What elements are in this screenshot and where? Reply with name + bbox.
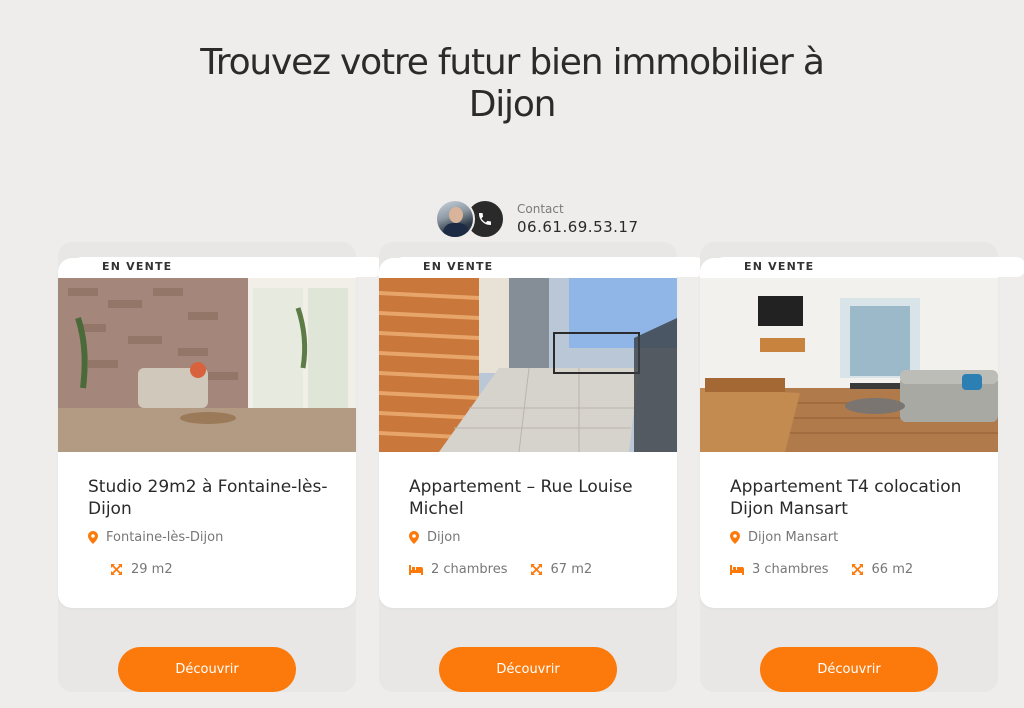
listing-location-text-2: Dijon	[427, 530, 461, 545]
listing-badge-3: EN VENTE	[714, 257, 1024, 277]
listing-photo-1[interactable]	[58, 278, 356, 452]
listing-bedrooms-3: 3 chambres	[730, 562, 829, 577]
listing-area-text-2: 67 m2	[550, 562, 593, 577]
listing-card-1[interactable]: Studio 29m2 à Fontaine-lès-Dijon Fontain…	[58, 258, 356, 608]
listing-area-text-1: 29 m2	[131, 562, 173, 577]
listing-area-1: 29 m2	[110, 562, 173, 577]
listing-photo-3[interactable]	[700, 278, 998, 452]
listing-title-1[interactable]: Studio 29m2 à Fontaine-lès-Dijon	[88, 476, 338, 520]
listing-location-text-3: Dijon Mansart	[748, 530, 839, 545]
location-pin-icon	[409, 531, 419, 544]
discover-button-3[interactable]: Découvrir	[760, 647, 938, 692]
listing-bedrooms-text-2: 2 chambres	[431, 562, 508, 577]
contact-block[interactable]: Contact 06.61.69.53.17	[435, 198, 639, 240]
page-title-line-2: Dijon	[468, 84, 557, 125]
listing-area-3: 66 m2	[851, 562, 914, 577]
bed-icon	[409, 564, 423, 575]
bed-icon	[730, 564, 744, 575]
contact-phone[interactable]: 06.61.69.53.17	[517, 217, 639, 237]
discover-button-2[interactable]: Découvrir	[439, 647, 617, 692]
listing-features-3: 3 chambres 66 m2	[730, 562, 935, 577]
listing-area-2: 67 m2	[530, 562, 593, 577]
listing-card-2[interactable]: Appartement – Rue Louise Michel Dijon 2 …	[379, 258, 677, 608]
listing-title-3[interactable]: Appartement T4 colocation Dijon Mansart	[730, 476, 980, 520]
listing-photo-2[interactable]	[379, 278, 677, 452]
area-measure-icon	[111, 564, 122, 575]
listing-features-2: 2 chambres 67 m2	[409, 562, 614, 577]
listing-card-3[interactable]: Appartement T4 colocation Dijon Mansart …	[700, 258, 998, 608]
listing-location-2: Dijon	[409, 530, 460, 545]
location-pin-icon	[730, 531, 740, 544]
contact-label: Contact	[517, 202, 564, 216]
listing-location-3: Dijon Mansart	[730, 530, 838, 545]
listing-badge-1: EN VENTE	[72, 257, 384, 277]
listing-area-text-3: 66 m2	[871, 562, 914, 577]
listing-location-1: Fontaine-lès-Dijon	[88, 530, 223, 545]
location-pin-icon	[88, 531, 98, 544]
discover-button-1[interactable]: Découvrir	[118, 647, 296, 692]
area-measure-icon	[851, 564, 863, 575]
listing-location-text-1: Fontaine-lès-Dijon	[106, 530, 224, 545]
listing-bedrooms-text-3: 3 chambres	[752, 562, 829, 577]
listing-badge-2: EN VENTE	[393, 257, 705, 277]
page-title-line-1: Trouvez votre futur bien immobilier à	[200, 42, 825, 83]
avatar	[435, 199, 475, 239]
listing-title-2[interactable]: Appartement – Rue Louise Michel	[409, 476, 659, 520]
area-measure-icon	[530, 564, 542, 575]
listing-bedrooms-2: 2 chambres	[409, 562, 508, 577]
page-title: Trouvez votre futur bien immobilier à Di…	[0, 42, 1024, 126]
listing-features-1: 29 m2	[110, 562, 195, 577]
